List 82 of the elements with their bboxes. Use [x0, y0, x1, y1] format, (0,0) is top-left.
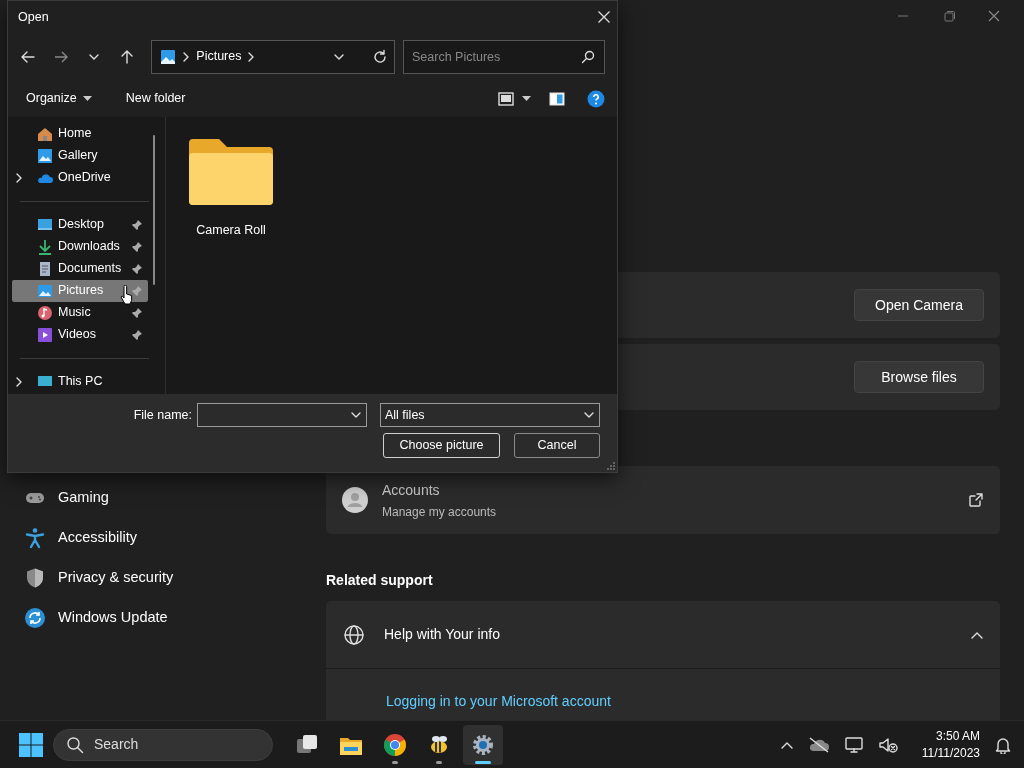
nav-item[interactable]: Windows Update	[24, 598, 310, 638]
nav-item[interactable]: Gaming	[24, 478, 310, 518]
document-icon	[37, 260, 53, 277]
chevron-right-icon	[247, 51, 256, 62]
pin-icon	[132, 263, 142, 274]
nav-tree-item[interactable]: Videos	[12, 323, 148, 346]
file-type-dropdown[interactable]: All files	[380, 403, 600, 428]
file-name-field[interactable]	[197, 403, 367, 428]
settings-card[interactable]: Accounts Manage my accounts	[326, 466, 1000, 534]
nav-tree-item[interactable]: This PC	[12, 370, 148, 393]
open-camera-button[interactable]: Open Camera	[854, 289, 984, 321]
folder-icon	[189, 136, 273, 205]
view-icon[interactable]	[498, 91, 514, 106]
clock[interactable]: 3:50 AM 11/11/2023	[921, 728, 980, 761]
search-icon	[581, 49, 595, 64]
pin-icon	[132, 285, 142, 296]
folder-item[interactable]: Camera Roll	[186, 136, 276, 395]
chevron-right-icon	[182, 51, 191, 62]
nav-item[interactable]: Accessibility	[24, 518, 310, 558]
nav-item[interactable]: Privacy & security	[24, 558, 310, 598]
pin-icon	[132, 219, 142, 230]
caret-icon[interactable]	[522, 95, 531, 102]
nav-tree-item[interactable]: Downloads	[12, 235, 148, 258]
download-icon	[37, 238, 53, 255]
chrome-icon	[383, 732, 407, 757]
bell-icon[interactable]	[994, 735, 1012, 754]
choose-picture-button[interactable]: Choose picture	[383, 433, 500, 459]
start-icon[interactable]	[18, 731, 44, 758]
shield-icon	[24, 567, 46, 589]
new-folder-button[interactable]: New folder	[119, 85, 192, 112]
preview-pane-icon[interactable]	[549, 91, 565, 106]
address-bar[interactable]: Pictures	[151, 39, 395, 74]
field-label: File name:	[133, 406, 192, 424]
organize-menu[interactable]: Organize	[20, 85, 98, 112]
pin-icon	[132, 329, 142, 340]
resize-grip-icon	[607, 462, 615, 470]
card-subtitle: Manage my accounts	[382, 503, 498, 521]
globe-icon	[342, 622, 366, 647]
desktop-icon	[37, 216, 53, 233]
taskbar-app-button[interactable]	[463, 724, 503, 765]
nav-tree-item[interactable]: Music	[12, 301, 148, 324]
search-field[interactable]: Search Pictures	[403, 39, 605, 74]
avatar-icon	[342, 487, 368, 513]
browse-files-button[interactable]: Browse files	[854, 361, 984, 393]
nav-tree-item[interactable]: Documents	[12, 257, 148, 280]
card-title: Accounts	[382, 480, 441, 500]
cloud-off-icon[interactable]	[807, 736, 830, 753]
nav-tree-item[interactable]: Pictures	[12, 279, 148, 302]
chevron-right-icon	[14, 171, 24, 184]
gear-icon	[471, 732, 495, 757]
music-icon	[37, 304, 53, 321]
help-card-header[interactable]: Help with Your info	[326, 601, 1000, 668]
video-icon	[37, 326, 53, 343]
gallery-icon	[37, 147, 53, 164]
section-heading: Related support	[326, 571, 434, 590]
dialog-title: Open	[18, 8, 49, 26]
search-box[interactable]: Search	[53, 728, 273, 761]
accessibility-icon	[24, 527, 46, 549]
house-icon	[37, 125, 53, 142]
hand-cursor-icon	[120, 285, 134, 305]
search-icon	[66, 735, 84, 754]
scrollbar[interactable]	[153, 134, 155, 285]
picture-icon	[160, 48, 177, 65]
pin-icon	[132, 307, 142, 318]
caret-icon	[82, 95, 92, 102]
maximize-icon[interactable]	[942, 10, 956, 22]
external-link-icon	[968, 492, 984, 508]
help-icon[interactable]	[587, 89, 605, 108]
picture-icon	[37, 282, 53, 299]
network-icon[interactable]	[843, 735, 864, 754]
cancel-button[interactable]: Cancel	[514, 433, 600, 459]
help-link[interactable]: Logging in to your Microsoft account	[386, 693, 611, 709]
nav-tree-item[interactable]: Gallery	[12, 144, 148, 167]
nav-tree-item[interactable]: OneDrive	[12, 166, 148, 189]
nav-tree-item[interactable]: Desktop	[12, 213, 148, 236]
refresh-icon[interactable]	[372, 48, 388, 65]
close-icon[interactable]	[597, 9, 611, 24]
sync-icon	[24, 607, 46, 629]
help-title: Help with Your info	[384, 625, 501, 644]
chevron-right-icon	[14, 375, 24, 388]
pin-icon	[132, 241, 142, 252]
nav-tree-item[interactable]: Home	[12, 122, 148, 145]
